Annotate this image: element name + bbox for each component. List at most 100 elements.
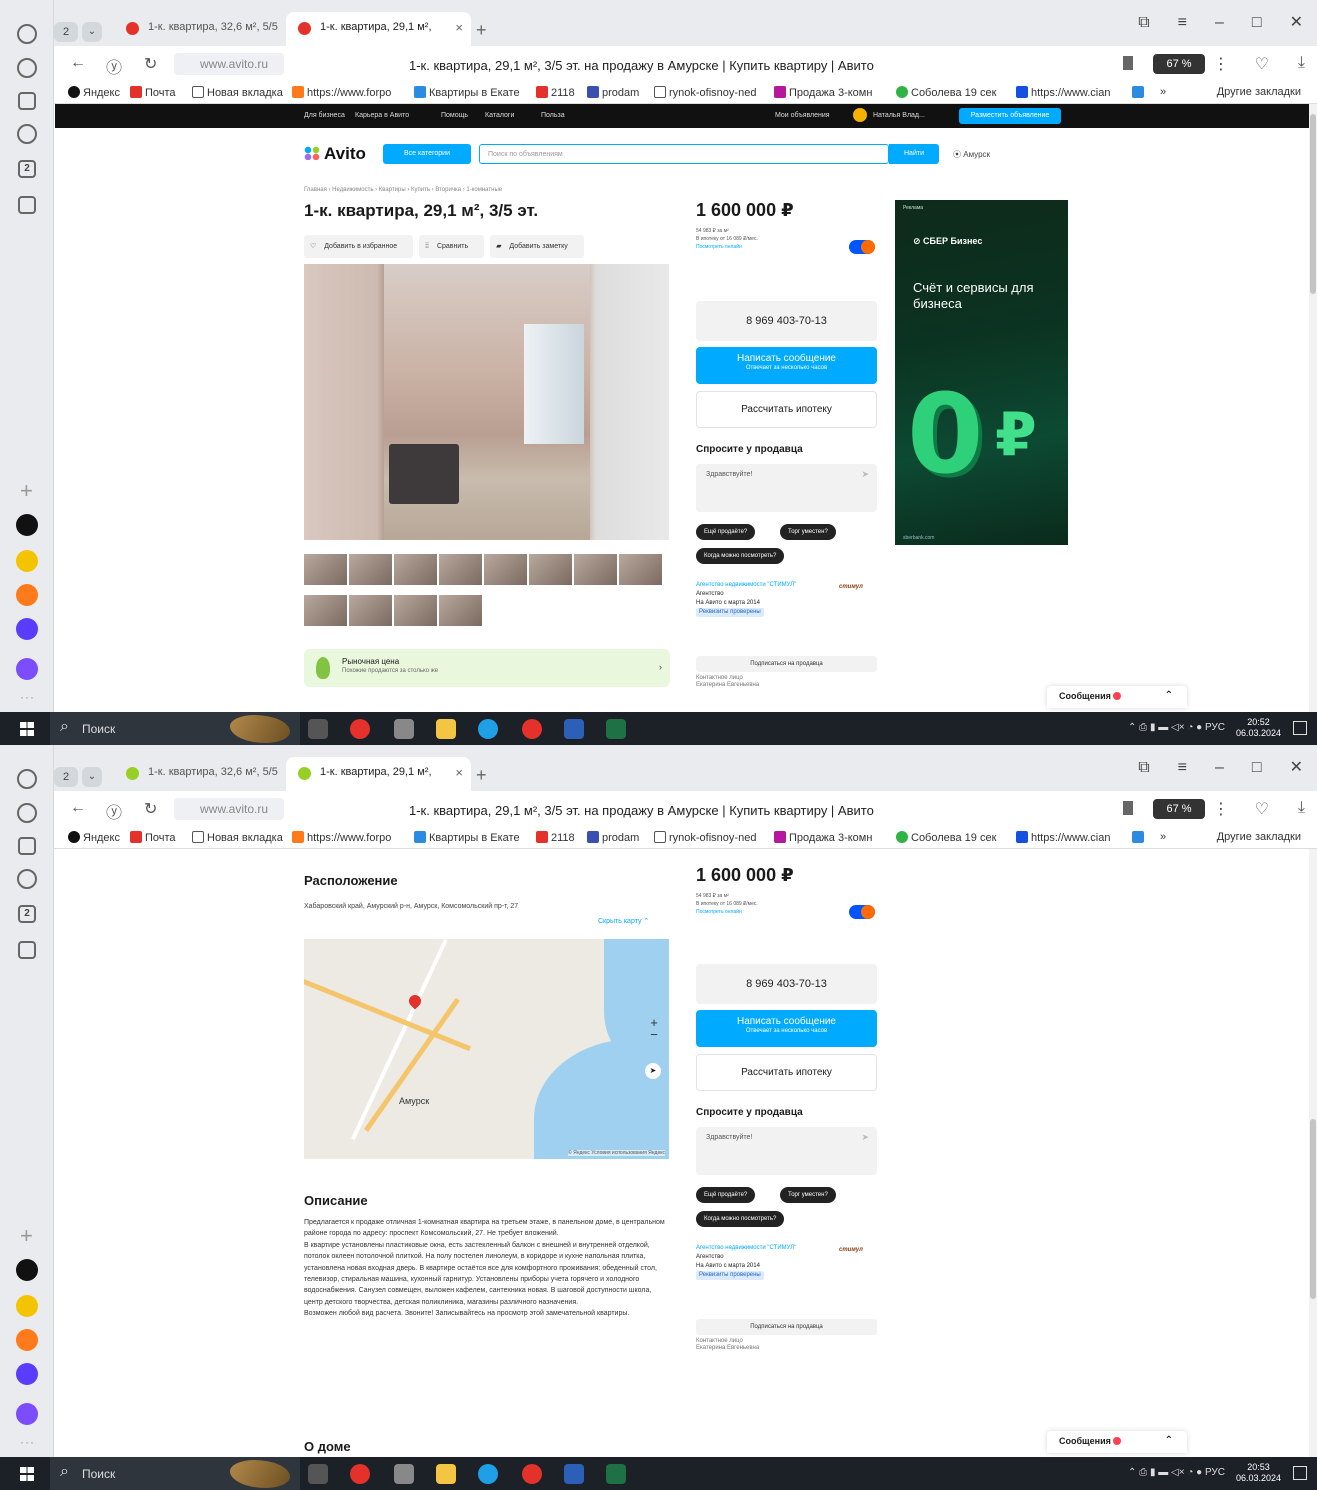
bookmark-item[interactable] bbox=[1132, 86, 1147, 99]
map[interactable]: Амурск + − ➤ © Яндекс Условия использован… bbox=[304, 939, 669, 1159]
close-window-icon[interactable]: ✕ bbox=[1290, 12, 1303, 32]
bookmark-item[interactable]: Продажа 3-комн bbox=[774, 86, 872, 99]
back-icon[interactable]: ← bbox=[70, 799, 86, 817]
quick-question-chip[interactable]: Торг уместен? bbox=[780, 524, 836, 540]
ask-seller-input[interactable]: Здравствуйте! ➤ bbox=[696, 464, 877, 512]
excel-icon[interactable] bbox=[606, 1464, 626, 1484]
breadcrumb[interactable]: Главная › Недвижимость › Квартиры › Купи… bbox=[304, 187, 502, 193]
app-orange-icon[interactable] bbox=[16, 584, 38, 606]
notifications-icon[interactable] bbox=[1293, 721, 1307, 735]
thumbnail[interactable] bbox=[439, 595, 482, 626]
locate-icon[interactable]: ➤ bbox=[645, 1063, 661, 1079]
app-purple-icon[interactable] bbox=[16, 1363, 38, 1385]
bookmark-item[interactable]: https://www.forpo bbox=[292, 831, 391, 844]
close-icon[interactable]: × bbox=[455, 20, 463, 35]
quick-question-chip[interactable]: Когда можно посмотреть? bbox=[696, 548, 785, 564]
user-name[interactable]: Наталья Влад... bbox=[873, 112, 925, 119]
bookmarks-more[interactable]: » bbox=[1160, 86, 1166, 98]
bookmark-item[interactable]: Почта bbox=[130, 86, 176, 99]
location-link[interactable]: ⦿ Амурск bbox=[953, 149, 990, 160]
avito-logo[interactable]: Avito bbox=[304, 144, 366, 164]
bookmark-item[interactable]: Продажа 3-комн bbox=[774, 831, 872, 844]
word-icon[interactable] bbox=[564, 719, 584, 739]
write-message-button[interactable]: Написать сообщение Отвечает за несколько… bbox=[696, 347, 877, 384]
chevron-down-icon[interactable]: ⌄ bbox=[82, 22, 102, 42]
post-ad-button[interactable]: Разместить объявление bbox=[959, 108, 1061, 124]
app-violet-icon[interactable] bbox=[16, 658, 38, 680]
bookmark-icon[interactable] bbox=[1123, 56, 1133, 70]
nav-link[interactable]: Помощь bbox=[441, 112, 468, 119]
app-violet-icon[interactable] bbox=[16, 1403, 38, 1425]
quick-question-chip[interactable]: Ещё продаёте? bbox=[696, 1187, 756, 1203]
clock[interactable]: 20:53 06.03.2024 bbox=[1236, 1462, 1281, 1484]
chevron-down-icon[interactable]: ⌄ bbox=[82, 767, 102, 787]
quick-question-chip[interactable]: Ещё продаёте? bbox=[696, 524, 756, 540]
thumbnail[interactable] bbox=[439, 554, 482, 585]
seller-name[interactable]: Агентство недвижимости "СТИМУЛ" bbox=[696, 1244, 796, 1253]
play-icon[interactable] bbox=[17, 124, 37, 144]
history-icon[interactable] bbox=[17, 58, 37, 78]
yandex-browser-icon[interactable] bbox=[350, 719, 370, 739]
bookmark-item[interactable]: 2118 bbox=[536, 831, 575, 844]
clock[interactable]: 20:52 06.03.2024 bbox=[1236, 717, 1281, 739]
all-categories-button[interactable]: Все категории bbox=[383, 144, 471, 164]
word-icon[interactable] bbox=[564, 1464, 584, 1484]
app-black-icon[interactable] bbox=[16, 514, 38, 536]
thumbnail[interactable] bbox=[349, 554, 392, 585]
notes-icon[interactable] bbox=[18, 837, 36, 855]
minimize-icon[interactable]: – bbox=[1215, 759, 1224, 777]
bookmark-item[interactable]: Новая вкладка bbox=[192, 86, 283, 99]
send-icon[interactable]: ➤ bbox=[861, 1132, 869, 1143]
minimize-icon[interactable]: – bbox=[1215, 14, 1224, 32]
map-copyright[interactable]: © Яндекс Условия использования Яндекс bbox=[568, 1150, 665, 1156]
thumbnail[interactable] bbox=[304, 595, 347, 626]
scrollbar[interactable] bbox=[1309, 849, 1317, 1457]
download-icon[interactable]: ⤓ bbox=[1298, 799, 1305, 817]
reload-icon[interactable]: ↻ bbox=[144, 54, 157, 74]
more-vert-icon[interactable]: ⋮ bbox=[1213, 799, 1229, 819]
new-tab-icon[interactable]: + bbox=[476, 765, 487, 786]
subscribe-button[interactable]: Подписаться на продавца bbox=[696, 1319, 877, 1335]
send-icon[interactable]: ➤ bbox=[861, 469, 869, 480]
ad-banner[interactable]: Реклама ⊘ СБЕР Бизнес Счёт и сервисы для… bbox=[895, 200, 1068, 545]
thumbnail[interactable] bbox=[394, 595, 437, 626]
back-icon[interactable]: ← bbox=[70, 54, 86, 72]
bookmarks-other[interactable]: Другие закладки bbox=[1217, 86, 1301, 98]
show-phone-button[interactable]: 8 969 403-70-13 bbox=[696, 964, 877, 1004]
bookmark-item[interactable]: Новая вкладка bbox=[192, 831, 283, 844]
thumbnail[interactable] bbox=[484, 554, 527, 585]
thumbnail[interactable] bbox=[574, 554, 617, 585]
mortgage-link[interactable]: Посмотреть онлайн bbox=[696, 908, 758, 916]
bookmark-item[interactable]: prodam bbox=[587, 831, 639, 844]
add-panel-icon[interactable]: + bbox=[20, 1223, 33, 1249]
screenshot-icon[interactable] bbox=[18, 196, 36, 214]
bookmark-item[interactable]: Соболева 19 сек bbox=[896, 831, 996, 844]
seller-name[interactable]: Агентство недвижимости "СТИМУЛ" bbox=[696, 581, 796, 590]
reload-icon[interactable]: ↻ bbox=[144, 799, 157, 819]
history-icon[interactable] bbox=[17, 803, 37, 823]
bookmark-item[interactable]: 2118 bbox=[536, 86, 575, 99]
bookmark-item[interactable]: https://www.cian bbox=[1016, 86, 1110, 99]
my-ads-link[interactable]: Мои объявления bbox=[775, 112, 830, 119]
main-photo[interactable] bbox=[304, 264, 669, 540]
agency-logo[interactable]: стимул bbox=[839, 583, 863, 592]
bookmark-item[interactable]: Квартиры в Екате bbox=[414, 86, 520, 99]
reader-icon[interactable]: ♡ bbox=[1255, 54, 1269, 74]
system-tray[interactable]: ⌃ ⎙ ▮ ▬ ◁× ◔ ● РУС bbox=[1128, 1467, 1225, 1478]
bookmark-item[interactable]: Квартиры в Екате bbox=[414, 831, 520, 844]
yandex-icon[interactable]: ⓨ bbox=[106, 54, 122, 78]
screenshot-icon[interactable] bbox=[18, 941, 36, 959]
map-zoom-controls[interactable]: + − bbox=[647, 1016, 661, 1041]
agency-logo[interactable]: стимул bbox=[839, 1246, 863, 1255]
close-window-icon[interactable]: ✕ bbox=[1290, 757, 1303, 777]
restore-tab-icon[interactable]: ⧉ bbox=[1138, 14, 1149, 32]
profile-icon[interactable] bbox=[17, 24, 37, 44]
counter-icon[interactable]: 2 bbox=[18, 905, 36, 923]
maximize-icon[interactable]: □ bbox=[1252, 14, 1262, 32]
maximize-icon[interactable]: □ bbox=[1252, 759, 1262, 777]
favorite-button[interactable]: ♡ Добавить в избранное bbox=[304, 235, 414, 258]
messages-widget[interactable]: Сообщения ⌃ bbox=[1047, 1431, 1187, 1453]
bookmark-item[interactable]: https://www.forpo bbox=[292, 86, 391, 99]
avatar[interactable] bbox=[853, 108, 867, 122]
thumbnail[interactable] bbox=[529, 554, 572, 585]
